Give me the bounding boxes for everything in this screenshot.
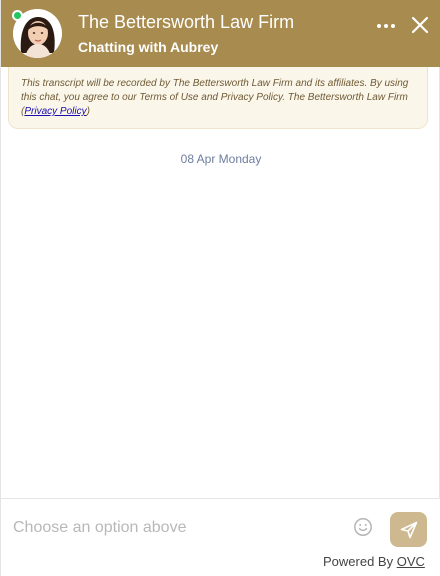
- powered-by-brand-link[interactable]: OVC: [397, 554, 425, 569]
- more-options-icon[interactable]: [375, 17, 397, 35]
- message-input[interactable]: [13, 519, 333, 537]
- send-button[interactable]: [390, 512, 427, 547]
- powered-by: Powered By OVC: [323, 554, 425, 569]
- online-status-dot: [12, 10, 23, 21]
- date-separator: 08 Apr Monday: [180, 152, 262, 166]
- chat-subtitle: Chatting with Aubrey: [78, 39, 219, 55]
- chat-header: The Bettersworth Law Firm Chatting with …: [1, 0, 440, 67]
- notice-suffix: ): [86, 106, 90, 117]
- privacy-policy-link[interactable]: Privacy Policy: [24, 106, 86, 117]
- send-icon: [400, 521, 417, 538]
- emoji-icon[interactable]: [353, 517, 373, 537]
- close-icon[interactable]: [409, 14, 431, 36]
- powered-by-text: Powered By: [323, 554, 397, 569]
- chat-widget: The Bettersworth Law Firm Chatting with …: [0, 0, 440, 576]
- recording-notice: This transcript will be recorded by The …: [8, 67, 428, 129]
- chat-title: The Bettersworth Law Firm: [78, 12, 295, 32]
